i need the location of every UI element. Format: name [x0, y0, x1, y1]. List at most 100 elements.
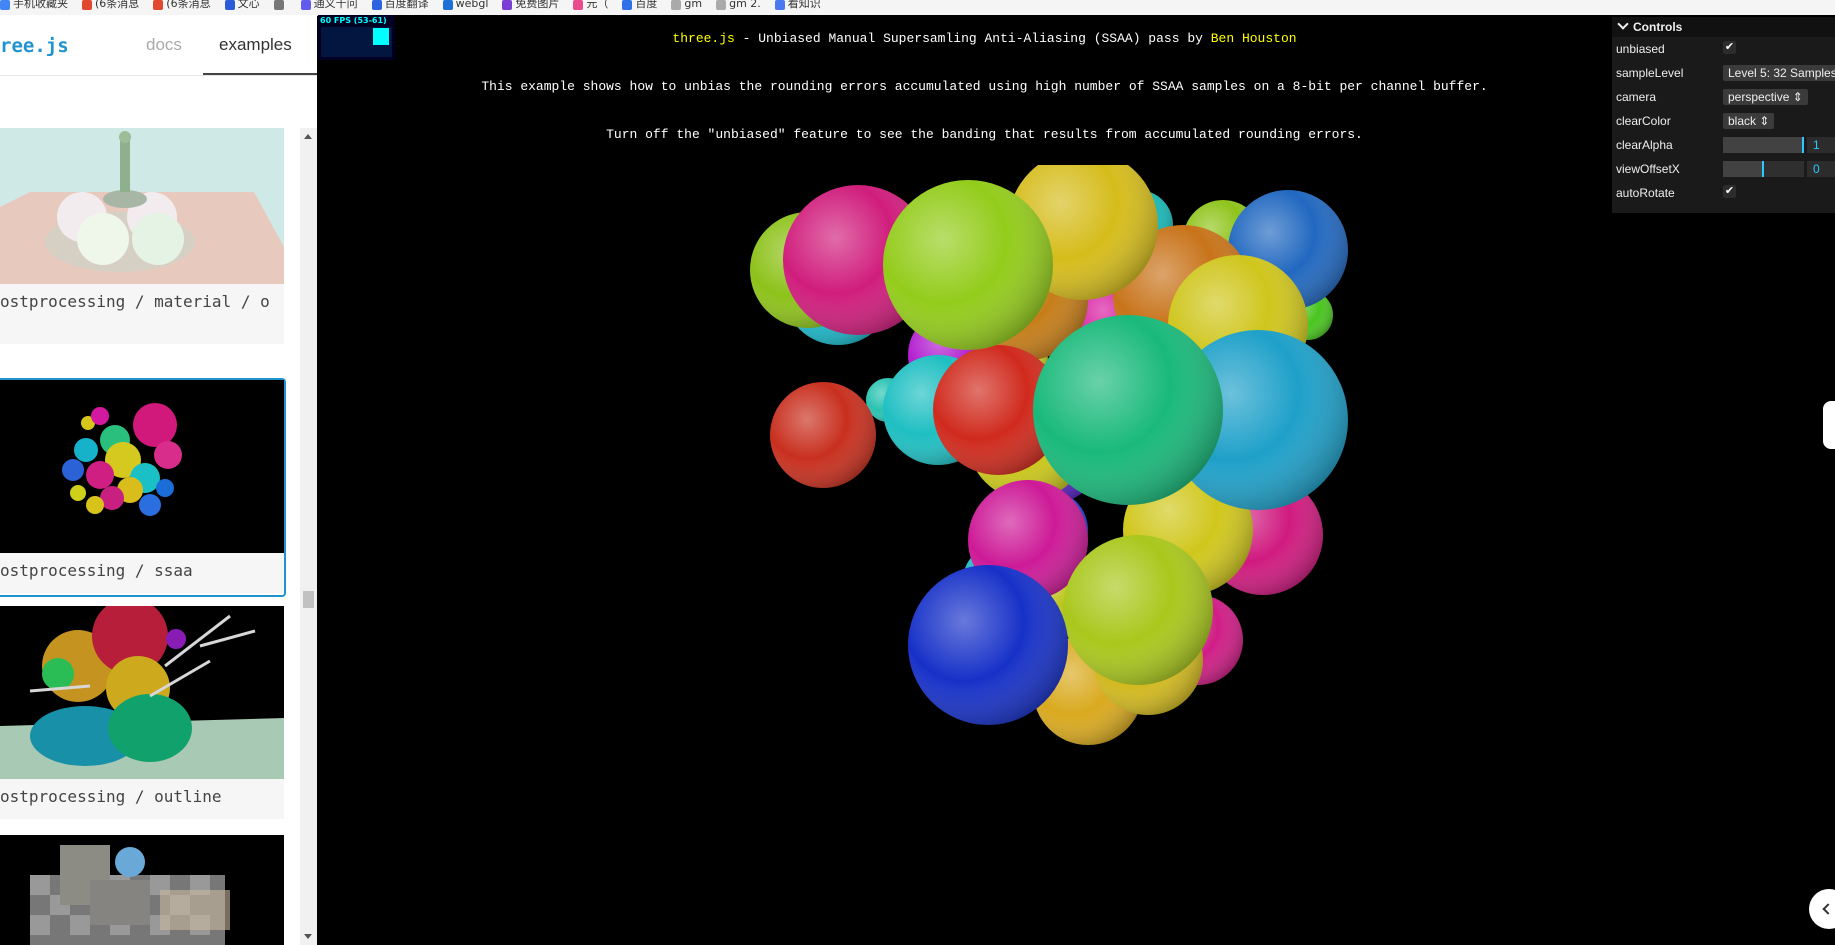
scroll-up-arrow-icon[interactable] — [304, 134, 312, 139]
control-unbiased: unbiased ✔ — [1612, 37, 1835, 61]
bookmark-item[interactable]: gm — [671, 0, 702, 10]
bookmarks-bar: 手机收藏夹 (6条消息 (6条消息 文心 通义千问 百度翻译 webgl 免费图片 元（ 百度 gm… — [0, 0, 1835, 16]
sphere-shading — [1063, 535, 1213, 685]
slider-fill — [1723, 161, 1764, 177]
bookmark-icon — [774, 0, 785, 10]
bookmark-label: 元（ — [586, 0, 609, 10]
side-handle[interactable] — [1823, 401, 1835, 449]
control-sample-level: sampleLevel Level 5: 32 Samples — [1612, 61, 1835, 85]
threejs-link[interactable]: three.js — [672, 31, 734, 46]
chevron-left-icon — [1822, 903, 1834, 915]
bookmark-icon — [0, 0, 10, 10]
bookmark-icon — [622, 0, 633, 10]
bookmark-item[interactable]: 免费图片 — [502, 0, 559, 10]
example-label: ostprocessing / ssaa — [0, 553, 284, 593]
bookmark-item[interactable]: 文心 — [224, 0, 260, 10]
tab-examples[interactable]: examples — [219, 35, 292, 55]
bookmark-label: webgl — [455, 0, 489, 10]
example-thumbnail — [0, 835, 284, 945]
example-card-outline[interactable]: ostprocessing / outline — [0, 606, 284, 819]
bookmark-icon — [224, 0, 235, 10]
bookmark-label: 通义千问 — [313, 0, 358, 10]
bookmark-label: 百度翻译 — [384, 0, 429, 10]
clear-alpha-control: 1 — [1723, 137, 1835, 153]
camera-select[interactable]: perspective ⇕ — [1723, 89, 1808, 105]
bookmark-label: 文心 — [237, 0, 260, 10]
view-offset-x-control: 0 — [1723, 161, 1835, 177]
controls-title[interactable]: Controls — [1612, 17, 1835, 37]
active-tab-indicator — [203, 73, 317, 75]
info-title: three.js - Unbiased Manual Supersamling … — [318, 31, 1651, 46]
bookmark-icon — [573, 0, 584, 10]
sphere-shading — [908, 565, 1068, 725]
threejs-logo-link[interactable]: ree.js — [0, 35, 69, 57]
bookmark-label: gm 2. — [729, 0, 761, 10]
sphere-shading — [1033, 315, 1223, 505]
slider-handle[interactable] — [1761, 161, 1764, 177]
bookmark-item[interactable]: gm 2. — [716, 0, 761, 10]
fps-readout: 60 FPS (53-61) — [320, 16, 387, 25]
control-view-offset-x: viewOffsetX 0 — [1612, 157, 1835, 181]
bookmark-item[interactable]: 百度翻译 — [371, 0, 429, 10]
bookmark-label: 看知识 — [787, 0, 821, 10]
sphere-shading — [770, 382, 876, 488]
bookmark-icon — [300, 0, 311, 10]
view-offset-x-slider[interactable] — [1723, 161, 1804, 177]
tab-docs[interactable]: docs — [146, 35, 182, 55]
example-thumbnail — [0, 380, 284, 553]
bookmark-icon — [371, 0, 382, 10]
slider-handle[interactable] — [1802, 137, 1804, 153]
control-camera: camera perspective ⇕ — [1612, 85, 1835, 109]
control-label: clearColor — [1616, 114, 1671, 128]
sphere-shading — [883, 180, 1053, 350]
example-label: ostprocessing / outline — [0, 779, 284, 819]
control-label: camera — [1616, 90, 1657, 104]
scroll-down-arrow-icon[interactable] — [304, 934, 312, 939]
bookmark-item[interactable]: 看知识 — [774, 0, 821, 10]
clear-alpha-number[interactable]: 1 — [1807, 137, 1835, 153]
bookmark-icon — [671, 0, 682, 10]
clear-color-select[interactable]: black ⇕ — [1723, 113, 1775, 129]
examples-sidebar: ree.js docs examples ostprocessing / mat… — [0, 15, 317, 945]
controls-panel: Controls unbiased ✔ sampleLevel Level 5:… — [1612, 17, 1835, 213]
bookmark-label: 手机收藏夹 — [13, 0, 68, 10]
spheres-render — [750, 165, 1348, 745]
bookmark-icon — [82, 0, 92, 10]
example-card-ssaa[interactable]: ostprocessing / ssaa — [0, 378, 286, 597]
bookmark-icon — [716, 0, 727, 10]
list-scrollbar[interactable] — [300, 128, 317, 945]
example-card-pixel[interactable] — [0, 835, 284, 945]
view-offset-x-number[interactable]: 0 — [1807, 161, 1835, 177]
bookmark-item[interactable] — [273, 0, 287, 10]
bookmark-item[interactable]: 百度 — [622, 0, 657, 10]
example-label: ostprocessing / material / o — [0, 284, 284, 344]
auto-rotate-checkbox[interactable]: ✔ — [1723, 185, 1736, 198]
scrollbar-thumb[interactable] — [303, 591, 314, 608]
info-title-text: - Unbiased Manual Supersamling Anti-Alia… — [734, 31, 1211, 46]
collapse-button[interactable] — [1809, 889, 1835, 929]
bookmark-icon — [442, 0, 453, 10]
clear-alpha-slider[interactable] — [1723, 137, 1804, 153]
bookmark-icon — [273, 0, 284, 10]
bookmark-item[interactable]: (6条消息 — [82, 0, 139, 10]
render-viewport[interactable]: 60 FPS (53-61) three.js - Unbiased Manua… — [318, 15, 1835, 945]
bookmark-label: (6条消息 — [166, 0, 211, 10]
author-link[interactable]: Ben Houston — [1211, 31, 1297, 46]
sidebar-header: ree.js docs examples — [0, 15, 317, 76]
unbiased-checkbox[interactable]: ✔ — [1723, 41, 1736, 54]
bookmark-label: gm — [684, 0, 703, 10]
bookmark-item[interactable]: (6条消息 — [153, 0, 211, 10]
example-card-material-ao[interactable]: ostprocessing / material / o — [0, 128, 284, 344]
control-auto-rotate: autoRotate ✔ — [1612, 181, 1835, 205]
example-thumbnail — [0, 128, 284, 284]
bookmark-item[interactable]: 通义千问 — [300, 0, 358, 10]
control-clear-alpha: clearAlpha 1 — [1612, 133, 1835, 157]
bookmark-item[interactable]: 手机收藏夹 — [0, 0, 68, 10]
example-thumbnail — [0, 606, 284, 779]
bookmark-item[interactable]: webgl — [442, 0, 489, 10]
chevron-down-icon — [1617, 18, 1629, 30]
bookmark-item[interactable]: 元（ — [573, 0, 608, 10]
sample-level-select[interactable]: Level 5: 32 Samples — [1723, 65, 1835, 81]
bookmark-label: 百度 — [635, 0, 658, 10]
bookmark-label: 免费图片 — [515, 0, 560, 10]
